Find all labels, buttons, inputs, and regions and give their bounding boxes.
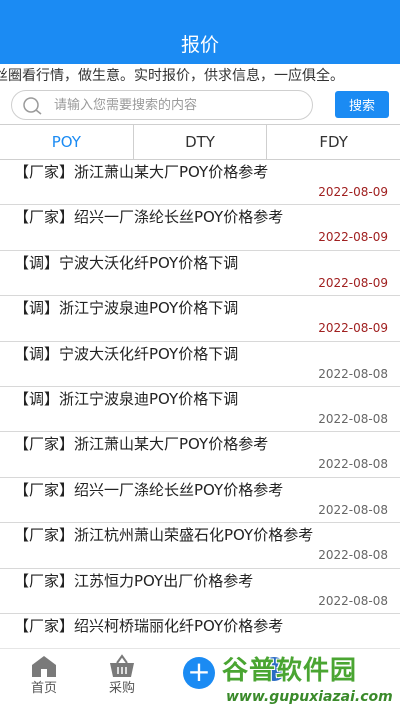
item-date: 2022-08-09 <box>318 321 388 336</box>
item-title: 【厂家】浙江杭州萧山荣盛石化POY价格参考 <box>14 526 314 545</box>
home-icon <box>32 656 56 677</box>
watermark: 谷普软件园 www.gupuxiazai.com <box>222 654 398 706</box>
list-item[interactable]: 【调】宁波大沃化纤POY价格下调 2022-08-08 <box>0 342 400 387</box>
list-item[interactable]: 【厂家】浙江杭州萧山荣盛石化POY价格参考 2022-08-08 <box>0 523 400 569</box>
list-item[interactable]: 【厂家】浙江萧山某大厂POY价格参考 2022-08-08 <box>0 432 400 478</box>
item-title: 【调】宁波大沃化纤POY价格下调 <box>14 253 239 272</box>
search-button[interactable]: 搜索 <box>335 91 389 118</box>
list-item[interactable]: 【调】宁波大沃化纤POY价格下调 2022-08-09 <box>0 251 400 297</box>
nav-purchase-label: 采购 <box>108 681 135 696</box>
page-title: 报价 <box>180 34 219 56</box>
price-list: 【厂家】浙江萧山某大厂POY价格参考 2022-08-09 【厂家】绍兴一厂涤纶… <box>0 160 400 648</box>
list-item[interactable]: 【厂家】绍兴柯桥瑞丽化纤POY价格参考 <box>0 614 400 648</box>
item-title: 【厂家】浙江萧山某大厂POY价格参考 <box>14 435 269 454</box>
tab-fdy[interactable]: FDY <box>267 125 400 159</box>
list-item[interactable]: 【厂家】浙江萧山某大厂POY价格参考 2022-08-09 <box>0 160 400 206</box>
category-tabs: POY DTY FDY <box>0 124 400 160</box>
item-title: 【调】浙江宁波泉迪POY价格下调 <box>14 389 239 408</box>
watermark-url: www.gupuxiazai.com <box>226 689 393 705</box>
item-title: 【厂家】绍兴柯桥瑞丽化纤POY价格参考 <box>14 616 284 635</box>
item-date: 2022-08-09 <box>318 230 388 245</box>
announcement-text: 丝圈看行情，做生意。实时报价，供求信息，一应俱全。 <box>0 68 344 84</box>
item-date: 2022-08-09 <box>318 185 388 199</box>
list-item[interactable]: 【厂家】绍兴一厂涤纶长丝POY价格参考 2022-08-09 <box>0 205 400 251</box>
app-header: 报价 <box>0 0 400 64</box>
list-item[interactable]: 【调】浙江宁波泉迪POY价格下调 2022-08-09 <box>0 296 400 342</box>
item-date: 2022-08-09 <box>318 275 388 290</box>
item-title: 【调】宁波大沃化纤POY价格下调 <box>14 344 239 363</box>
item-date: 2022-08-08 <box>318 366 388 381</box>
item-title: 【厂家】浙江萧山某大厂POY价格参考 <box>14 163 269 181</box>
list-item[interactable]: 【调】浙江宁波泉迪POY价格下调 2022-08-08 <box>0 387 400 433</box>
basket-icon <box>110 654 134 677</box>
item-date: 2022-08-08 <box>318 411 388 426</box>
tab-dty[interactable]: DTY <box>134 125 268 159</box>
announcement-marquee: 丝圈看行情，做生意。实时报价，供求信息，一应俱全。 <box>0 64 400 88</box>
item-title: 【调】浙江宁波泉迪POY价格下调 <box>14 299 239 318</box>
item-title: 【厂家】绍兴一厂涤纶长丝POY价格参考 <box>14 208 284 227</box>
item-date: 2022-08-08 <box>318 593 388 608</box>
item-title: 【厂家】江苏恒力POY出厂价格参考 <box>14 571 254 590</box>
list-item[interactable]: 【厂家】绍兴一厂涤纶长丝POY价格参考 2022-08-08 <box>0 478 400 524</box>
nav-home[interactable]: 首页 <box>16 653 72 697</box>
tab-poy[interactable]: POY <box>0 125 134 159</box>
search-icon <box>23 97 42 115</box>
add-button[interactable]: + <box>183 657 215 689</box>
list-item[interactable]: 【厂家】江苏恒力POY出厂价格参考 2022-08-08 <box>0 569 400 614</box>
search-bar: 搜索 <box>0 88 400 124</box>
item-date: 2022-08-08 <box>318 548 388 563</box>
item-title: 【厂家】绍兴一厂涤纶长丝POY价格参考 <box>14 480 284 499</box>
item-date: 2022-08-08 <box>318 457 388 472</box>
watermark-logo: 谷普软件园 <box>222 656 358 686</box>
item-date: 2022-08-08 <box>318 502 388 517</box>
search-field[interactable] <box>11 90 313 120</box>
nav-home-label: 首页 <box>30 681 57 696</box>
search-input[interactable] <box>54 91 309 119</box>
nav-purchase[interactable]: 采购 <box>94 653 150 697</box>
